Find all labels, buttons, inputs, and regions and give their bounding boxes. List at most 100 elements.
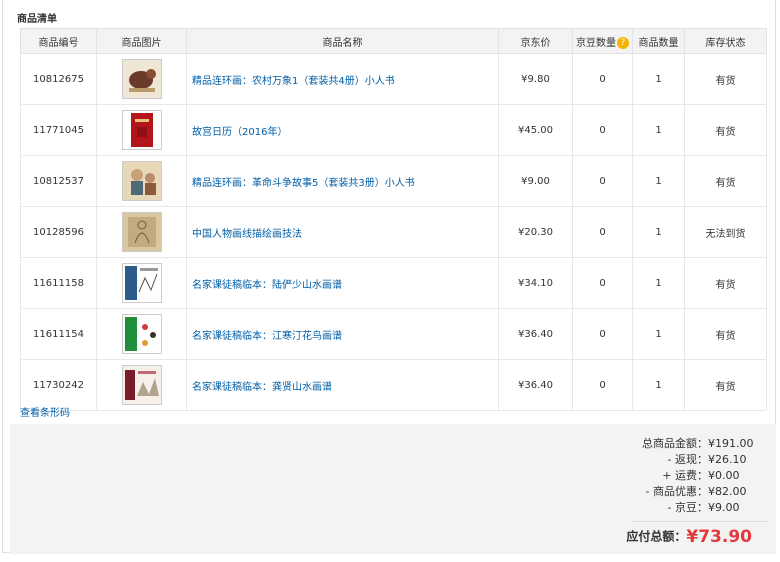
item-name-cell: 中国人物画线描绘画技法 <box>186 206 499 258</box>
table-row: 10812537 精品连环画：革命斗争故事5（套装共3册）小人书 ¥9.00 0 1 有货 <box>20 155 767 207</box>
item-thumbnail[interactable] <box>121 161 162 201</box>
item-thumbnail[interactable] <box>121 59 162 99</box>
book-cover-comic-2 <box>122 162 161 200</box>
item-image-cell <box>96 308 187 360</box>
item-beans: 0 <box>572 155 633 207</box>
item-image-cell <box>96 155 187 207</box>
item-price: ¥45.00 <box>498 104 573 156</box>
item-name-link[interactable]: 名家课徒稿临本：陆俨少山水画谱 <box>192 280 342 291</box>
item-id: 10128596 <box>20 206 97 258</box>
item-qty: 1 <box>632 53 685 105</box>
item-beans: 0 <box>572 53 633 105</box>
item-stock-status: 无法到货 <box>684 206 767 258</box>
item-image-cell <box>96 104 187 156</box>
item-name-cell: 名家课徒稿临本：陆俨少山水画谱 <box>186 257 499 309</box>
item-qty: 1 <box>632 104 685 156</box>
item-thumbnail[interactable] <box>121 212 162 252</box>
summary-line-value: ¥191.00 <box>708 437 754 450</box>
summary-line-label: - 商品优惠： <box>645 485 708 498</box>
item-stock-status: 有货 <box>684 257 767 309</box>
item-name-cell: 故宫日历（2016年） <box>186 104 499 156</box>
col-header-beans: 京豆数量? <box>572 28 633 54</box>
col-header-price: 京东价 <box>498 28 573 54</box>
item-name-link[interactable]: 名家课徒稿临本：龚贤山水画谱 <box>192 382 332 393</box>
item-id: 11730242 <box>20 359 97 411</box>
item-stock-status: 有货 <box>684 308 767 360</box>
item-price: ¥20.30 <box>498 206 573 258</box>
table-row: 11771045 故宫日历（2016年） ¥45.00 0 1 有货 <box>20 104 767 156</box>
summary-line-value: ¥82.00 <box>708 485 747 498</box>
book-cover-birds <box>122 315 161 353</box>
item-stock-status: 有货 <box>684 53 767 105</box>
item-beans: 0 <box>572 359 633 411</box>
table-row: 10128596 中国人物画线描绘画技法 ¥20.30 0 1 无法到货 <box>20 206 767 258</box>
col-header-name: 商品名称 <box>186 28 499 54</box>
item-image-cell <box>96 206 187 258</box>
book-cover-landscape-2 <box>122 366 161 404</box>
summary-line-value: ¥26.10 <box>708 453 747 466</box>
item-price: ¥34.10 <box>498 257 573 309</box>
summary-line-value: ¥0.00 <box>708 469 740 482</box>
total-label: 应付总额： <box>626 529 687 544</box>
item-image-cell <box>96 53 187 105</box>
item-id: 10812675 <box>20 53 97 105</box>
item-name-cell: 精品连环画：革命斗争故事5（套装共3册）小人书 <box>186 155 499 207</box>
item-name-cell: 名家课徒稿临本：江寒汀花鸟画谱 <box>186 308 499 360</box>
item-beans: 0 <box>572 308 633 360</box>
summary-line: - 京豆：¥9.00 <box>642 500 752 516</box>
item-beans: 0 <box>572 206 633 258</box>
item-price: ¥36.40 <box>498 308 573 360</box>
book-cover-comic-1 <box>122 60 161 98</box>
total-amount: ¥73.90 <box>686 527 752 547</box>
item-stock-status: 有货 <box>684 104 767 156</box>
summary-line-value: ¥9.00 <box>708 501 740 514</box>
view-barcode-link[interactable]: 查看条形码 <box>20 404 70 419</box>
item-id: 11611158 <box>20 257 97 309</box>
item-stock-status: 有货 <box>684 155 767 207</box>
col-header-id: 商品编号 <box>20 28 97 54</box>
item-price: ¥9.00 <box>498 155 573 207</box>
item-name-link[interactable]: 中国人物画线描绘画技法 <box>192 229 302 240</box>
item-name-cell: 精品连环画：农村万象1（套装共4册）小人书 <box>186 53 499 105</box>
item-thumbnail[interactable] <box>121 314 162 354</box>
summary-lines: 总商品金额：¥191.00- 返现：¥26.10 + 运费：¥0.00- 商品优惠… <box>642 436 754 516</box>
summary-line-label: + 运费： <box>662 469 708 482</box>
table-row: 11611158 名家课徒稿临本：陆俨少山水画谱 ¥34.10 0 1 有货 <box>20 257 767 309</box>
item-price: ¥36.40 <box>498 359 573 411</box>
payable-total: 应付总额：¥73.90 <box>626 527 752 547</box>
item-thumbnail[interactable] <box>121 365 162 405</box>
item-stock-status: 有货 <box>684 359 767 411</box>
book-cover-figure <box>122 213 161 251</box>
col-header-image: 商品图片 <box>96 28 187 54</box>
summary-line-label: 总商品金额： <box>642 437 708 450</box>
item-id: 11771045 <box>20 104 97 156</box>
item-image-cell <box>96 359 187 411</box>
question-icon[interactable]: ? <box>617 36 629 49</box>
item-qty: 1 <box>632 359 685 411</box>
order-items-panel: 商品清单 商品编号 商品图片 商品名称 京东价 京豆数量? 商品数量 库存状态 … <box>2 0 776 554</box>
summary-line-label: - 京豆： <box>667 501 708 514</box>
item-qty: 1 <box>632 308 685 360</box>
item-name-link[interactable]: 故宫日历（2016年） <box>192 127 287 138</box>
item-name-link[interactable]: 名家课徒稿临本：江寒汀花鸟画谱 <box>192 331 342 342</box>
summary-divider <box>632 521 768 522</box>
summary-line: - 商品优惠：¥82.00 <box>642 484 752 500</box>
item-thumbnail[interactable] <box>121 263 162 303</box>
book-cover-landscape <box>122 264 161 302</box>
summary-line-label: - 返现： <box>667 453 708 466</box>
item-qty: 1 <box>632 206 685 258</box>
item-name-link[interactable]: 精品连环画：革命斗争故事5（套装共3册）小人书 <box>192 178 415 189</box>
item-id: 11611154 <box>20 308 97 360</box>
item-thumbnail[interactable] <box>121 110 162 150</box>
item-id: 10812537 <box>20 155 97 207</box>
item-price: ¥9.80 <box>498 53 573 105</box>
order-summary: 总商品金额：¥191.00- 返现：¥26.10 + 运费：¥0.00- 商品优惠… <box>10 424 776 554</box>
table-row: 11730242 名家课徒稿临本：龚贤山水画谱 ¥36.40 0 1 有货 <box>20 359 767 411</box>
summary-line: 总商品金额：¥191.00 <box>642 436 754 452</box>
section-title: 商品清单 <box>17 14 57 25</box>
item-name-link[interactable]: 精品连环画：农村万象1（套装共4册）小人书 <box>192 76 395 87</box>
summary-line: + 运费：¥0.00 <box>642 468 752 484</box>
items-table: 商品编号 商品图片 商品名称 京东价 京豆数量? 商品数量 库存状态 10812… <box>20 28 767 411</box>
table-row: 11611154 名家课徒稿临本：江寒汀花鸟画谱 ¥36.40 0 1 有货 <box>20 308 767 360</box>
col-header-beans-label: 京豆数量 <box>576 37 616 49</box>
